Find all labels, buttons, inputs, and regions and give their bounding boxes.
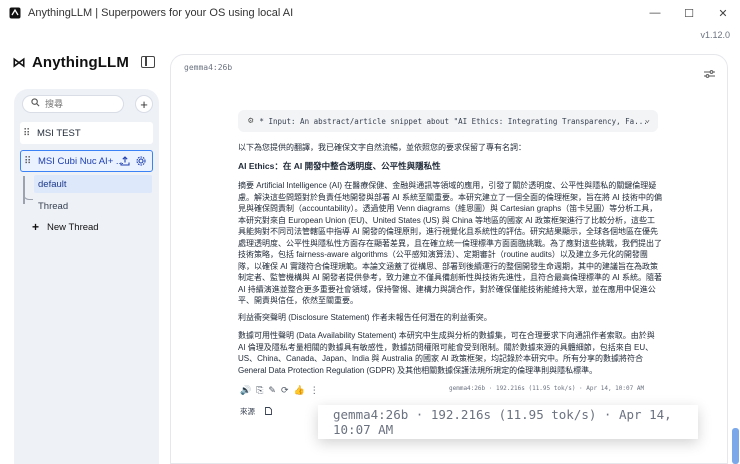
close-button[interactable]: ✕: [706, 0, 740, 26]
sidebar: + ⠿ MSI TEST ⠿ MSI Cubi Nuc AI+ ...: [14, 89, 159, 464]
regenerate-icon[interactable]: ⟳: [281, 385, 289, 396]
search-input[interactable]: [45, 99, 115, 109]
chevron-down-icon[interactable]: ⌄: [645, 115, 650, 125]
workspace-item-msi-cubi[interactable]: ⠿ MSI Cubi Nuc AI+ ...: [20, 150, 153, 172]
edit-icon[interactable]: ✎: [268, 385, 276, 396]
upload-icon[interactable]: [120, 156, 130, 169]
brain-icon: ⚙: [248, 116, 254, 126]
workspace-label: MSI Cubi Nuc AI+ ...: [38, 155, 124, 167]
app-logo-icon: [8, 6, 22, 20]
maximize-button[interactable]: ☐: [672, 0, 706, 26]
new-thread-button[interactable]: + New Thread: [32, 220, 99, 234]
drag-handle-icon[interactable]: ⠿: [23, 128, 33, 139]
search-box[interactable]: [22, 95, 124, 113]
sidebar-toggle-icon[interactable]: [141, 56, 155, 68]
response-stats: gemma4:26b · 192.216s (11.95 tok/s) · Ap…: [449, 385, 645, 392]
add-workspace-button[interactable]: +: [135, 95, 153, 113]
title-bar: AnythingLLM | Superpowers for your OS us…: [0, 0, 740, 26]
response-disclosure: 利益衝突聲明 (Disclosure Statement) 作者未報告任何潛在的…: [238, 313, 492, 322]
response-data-availability: 數據可用性聲明 (Data Availability Statement) 本研…: [238, 331, 655, 375]
brand-name: AnythingLLM: [32, 54, 129, 71]
new-thread-label: New Thread: [47, 221, 99, 233]
thread-item-default[interactable]: default: [34, 175, 152, 193]
response-abstract: 摘要 Artificial Intelligence (AI) 在醫療保健、金融…: [238, 181, 663, 305]
scrollbar-thumb[interactable]: [732, 428, 739, 464]
workspace-label: MSI TEST: [37, 127, 81, 139]
workspace-actions: [120, 156, 146, 169]
search-icon: [31, 98, 40, 110]
version-label: v1.12.0: [700, 30, 730, 40]
thread-label: default: [38, 178, 67, 190]
brand-mark-icon: ⋈: [12, 54, 26, 70]
thread-label: Thread: [38, 200, 69, 212]
thought-summary[interactable]: ⚙ * Input: An abstract/article snippet a…: [238, 110, 658, 132]
window-title: AnythingLLM | Superpowers for your OS us…: [28, 7, 294, 19]
thumbs-up-icon[interactable]: 👍: [294, 385, 305, 396]
model-label: gemma4:26b: [184, 63, 233, 72]
speaker-icon[interactable]: 🔊: [240, 385, 251, 396]
response-intro: 以下為您提供的翻譯，我已確保文字自然流暢，並依照您的要求保留了專有名詞：: [238, 143, 526, 152]
response-heading: AI Ethics：在 AI 開發中整合透明度、公平性與隱私性: [238, 161, 441, 171]
sources-row: 來源: [240, 406, 272, 417]
copy-icon[interactable]: ⎘: [256, 385, 263, 396]
plus-icon: +: [32, 220, 40, 234]
drag-handle-icon[interactable]: ⠿: [24, 156, 34, 167]
gear-icon[interactable]: [136, 156, 146, 169]
thought-preview: * Input: An abstract/article snippet abo…: [259, 116, 648, 126]
settings-sliders-icon[interactable]: [704, 69, 715, 82]
sources-label[interactable]: 來源: [240, 406, 255, 417]
more-icon[interactable]: ⋮: [310, 385, 319, 396]
brand-logo: ⋈ AnythingLLM: [12, 54, 129, 71]
document-icon[interactable]: [265, 406, 272, 417]
stats-magnified: gemma4:26b · 192.216s (11.95 tok/s) · Ap…: [318, 405, 698, 439]
window-controls: — ☐ ✕: [638, 0, 740, 26]
workspace-item-msi-test[interactable]: ⠿ MSI TEST: [20, 122, 153, 144]
thread-item-thread[interactable]: Thread: [34, 197, 152, 215]
thread-tree-branch: [23, 190, 33, 200]
chat-panel: gemma4:26b ⚙ * Input: An abstract/articl…: [170, 54, 728, 464]
minimize-button[interactable]: —: [638, 0, 672, 26]
message-actions: 🔊 ⎘ ✎ ⟳ 👍 ⋮: [240, 385, 319, 396]
